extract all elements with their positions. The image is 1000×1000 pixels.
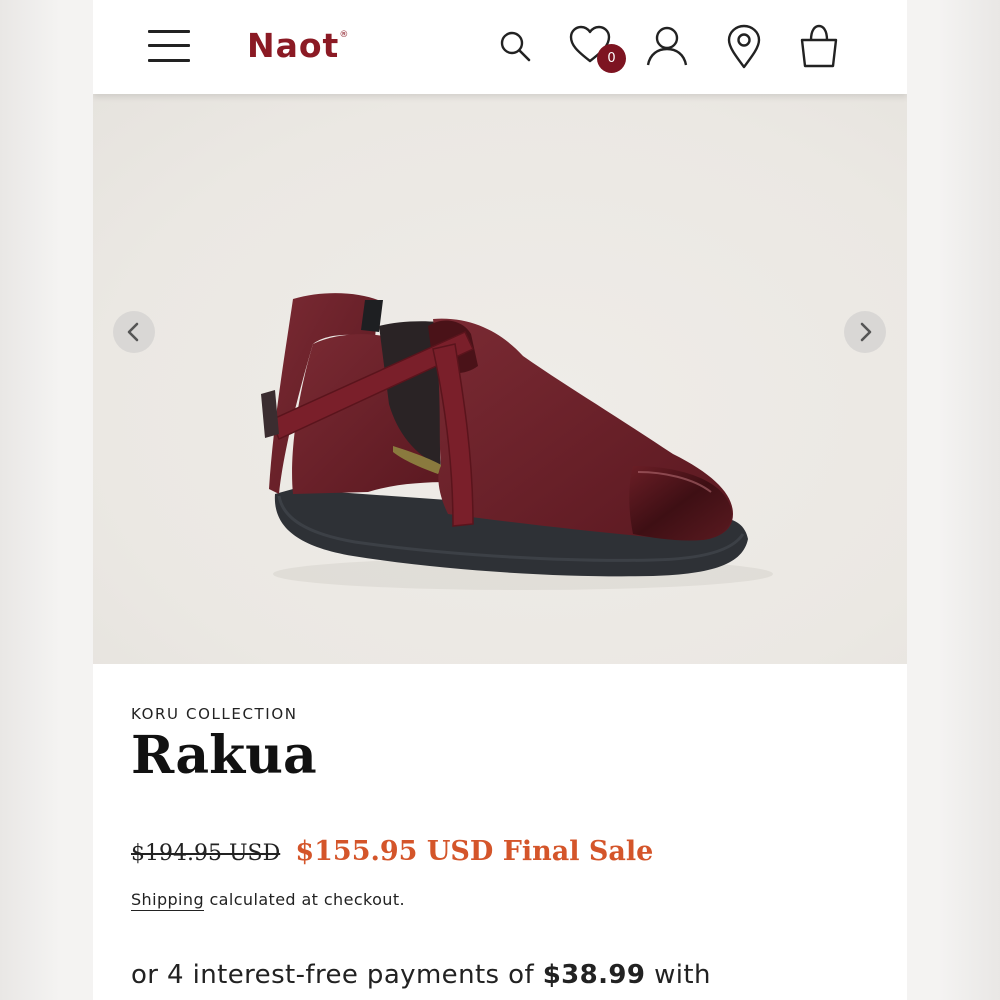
chevron-right-icon <box>860 322 872 342</box>
search-icon[interactable] <box>492 23 538 69</box>
price-row: $194.95 USD $155.95 USD Final Sale <box>131 836 653 867</box>
installment-prefix: or 4 interest-free payments of <box>131 960 543 990</box>
product-image-gallery[interactable] <box>93 94 907 664</box>
site-header: Naot® 0 <box>93 0 907 94</box>
shopping-bag-icon[interactable] <box>796 23 842 69</box>
gallery-next-button[interactable] <box>844 311 886 353</box>
shipping-link[interactable]: Shipping <box>131 890 204 909</box>
original-price: $194.95 USD <box>131 841 281 866</box>
sale-price: $155.95 USD Final Sale <box>295 836 654 867</box>
gallery-prev-button[interactable] <box>113 311 155 353</box>
shipping-note: Shipping calculated at checkout. <box>131 890 405 909</box>
wishlist-count-badge: 0 <box>597 44 626 73</box>
installment-payments-text: or 4 interest-free payments of $38.99 wi… <box>131 960 711 990</box>
product-title: Rakua <box>131 725 317 786</box>
product-page: Naot® 0 KORU COLLECTION Rakua $194.95 US… <box>93 0 907 1000</box>
product-image-rakua-shoe <box>261 293 773 590</box>
logo-text: Naot <box>247 26 340 65</box>
account-icon[interactable] <box>644 23 690 69</box>
product-collection[interactable]: KORU COLLECTION <box>131 705 298 723</box>
chevron-left-icon <box>127 322 139 342</box>
shipping-text: calculated at checkout. <box>204 890 406 909</box>
installment-amount: $38.99 <box>542 960 646 990</box>
brand-logo[interactable]: Naot® <box>247 26 349 65</box>
location-pin-icon[interactable] <box>721 23 767 69</box>
logo-registered-mark: ® <box>339 30 350 40</box>
menu-icon[interactable] <box>148 26 192 66</box>
installment-suffix: with <box>645 960 711 990</box>
